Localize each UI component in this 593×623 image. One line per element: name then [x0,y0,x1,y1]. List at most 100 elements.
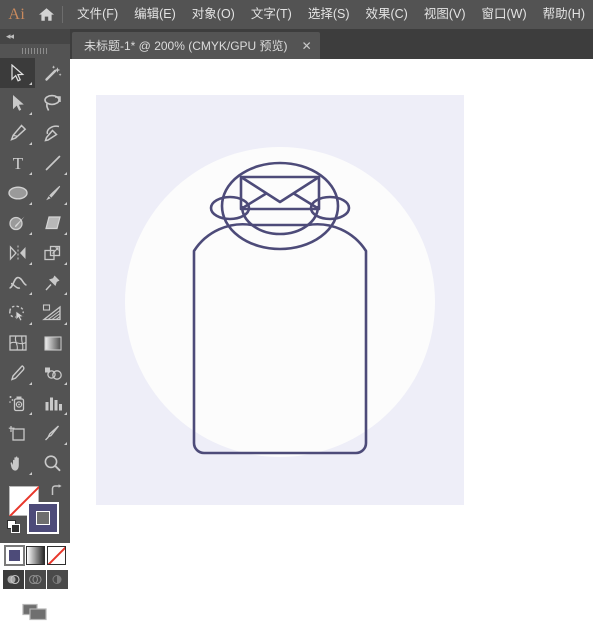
color-mode-solid[interactable] [3,545,25,566]
pushpin-icon [45,275,60,291]
line-diagonal-icon [45,155,60,171]
bar-chart-icon [45,397,62,410]
solid-color-icon [8,550,20,561]
tool-grid: T [0,58,70,478]
flyout-indicator [64,202,67,205]
eraser-icon [44,216,61,230]
mesh-tool[interactable] [0,328,35,358]
reflect-icon [9,245,25,261]
document-tab-title: 未标题-1* @ 200% (CMYK/GPU 预览) [84,39,288,53]
perspective-grid-icon [42,304,61,321]
menu-help[interactable]: 帮助(H) [535,0,593,29]
selection-tool[interactable] [0,58,35,88]
flyout-indicator [64,382,67,385]
ellipse-icon [7,186,28,200]
draw-normal-mode[interactable] [2,570,24,589]
magic-wand-icon [44,65,61,81]
paintbrush-icon [45,185,60,201]
draw-inside-icon [52,575,62,584]
scale-tool[interactable] [35,238,70,268]
direct-arrow-icon [13,95,24,111]
paintbrush-tool[interactable] [35,178,70,208]
slice-tool[interactable] [35,418,70,448]
gradient-swatch-icon [26,547,44,564]
draw-normal-icon [7,574,20,585]
color-mode-gradient[interactable] [25,546,45,565]
document-tab[interactable]: 未标题-1* @ 200% (CMYK/GPU 预览) ✕ [72,32,320,59]
column-graph-tool[interactable] [35,388,70,418]
home-icon[interactable] [34,0,61,29]
close-icon[interactable]: ✕ [302,40,312,52]
flyout-indicator [29,382,32,385]
none-color-icon [47,547,65,564]
draw-behind-mode[interactable] [24,570,46,589]
curvature-icon [44,125,60,142]
stroke-swatch[interactable] [27,502,59,534]
symbol-sprayer-tool[interactable] [0,388,35,418]
draw-inside-mode[interactable] [46,570,68,589]
artwork-vector [125,147,435,457]
zoom-tool[interactable] [35,448,70,478]
magic-wand-tool[interactable] [35,58,70,88]
artboard-tool[interactable] [0,418,35,448]
menu-window[interactable]: 窗口(W) [474,0,535,29]
svg-text:T: T [12,154,23,172]
hand-tool[interactable] [0,448,35,478]
shaper-tool[interactable] [0,208,35,238]
ellipse-tool[interactable] [0,178,35,208]
hand-icon [10,456,19,471]
menu-type[interactable]: 文字(T) [243,0,300,29]
swap-fill-stroke-icon[interactable] [50,484,63,497]
menu-file[interactable]: 文件(F) [69,0,126,29]
scale-transform-icon [44,245,61,261]
app-logo: Ai [8,5,26,23]
default-fill-stroke-icon[interactable] [7,520,21,534]
direct-selection-tool[interactable] [0,88,35,118]
flyout-indicator [29,262,32,265]
shape-builder-tool[interactable] [0,298,35,328]
menu-view[interactable]: 视图(V) [416,0,474,29]
eraser-tool[interactable] [35,208,70,238]
flyout-indicator [29,292,32,295]
illustrator-window: Ai 文件(F) 编辑(E) 对象(O) 文字(T) 选择(S) 效果(C) 视… [0,0,593,621]
menu-item-list: 文件(F) 编辑(E) 对象(O) 文字(T) 选择(S) 效果(C) 视图(V… [69,0,593,29]
flyout-indicator [29,202,32,205]
grip-lines-icon [22,48,48,54]
width-tool[interactable] [0,268,35,298]
draw-mode-row [0,570,70,589]
screen-mode-row [0,601,70,623]
stroke-swatch-inner [36,511,50,525]
artboard[interactable] [96,95,464,505]
collapse-panel-button[interactable]: ◂◂ [0,29,70,44]
shape-builder-icon [9,305,25,322]
gradient-tool[interactable] [35,328,70,358]
color-mode-none[interactable] [46,546,66,565]
menu-effect[interactable]: 效果(C) [357,0,415,29]
free-transform-tool[interactable] [35,268,70,298]
artwork-background-circle [125,147,435,457]
line-segment-tool[interactable] [35,148,70,178]
menu-divider [62,6,64,23]
type-tool[interactable]: T [0,148,35,178]
reflect-tool[interactable] [0,238,35,268]
width-warp-icon [8,276,27,289]
artboard-icon [8,426,25,441]
screen-mode-button[interactable] [20,601,50,623]
toolbar-drag-handle[interactable] [0,44,70,58]
menu-edit[interactable]: 编辑(E) [126,0,184,29]
curvature-tool[interactable] [35,118,70,148]
document-canvas[interactable]: 软件自学网 WWW.RJZXW.COM [70,59,593,543]
blend-tool[interactable] [35,358,70,388]
lasso-tool[interactable] [35,88,70,118]
pen-tool[interactable] [0,118,35,148]
perspective-grid-tool[interactable] [35,298,70,328]
flyout-indicator [29,412,32,415]
menu-select[interactable]: 选择(S) [300,0,358,29]
type-t-icon: T [12,154,23,172]
flyout-indicator [64,172,67,175]
menu-object[interactable]: 对象(O) [184,0,243,29]
flyout-indicator [64,262,67,265]
gradient-icon [43,335,62,351]
flyout-indicator [29,142,32,145]
eyedropper-tool[interactable] [0,358,35,388]
